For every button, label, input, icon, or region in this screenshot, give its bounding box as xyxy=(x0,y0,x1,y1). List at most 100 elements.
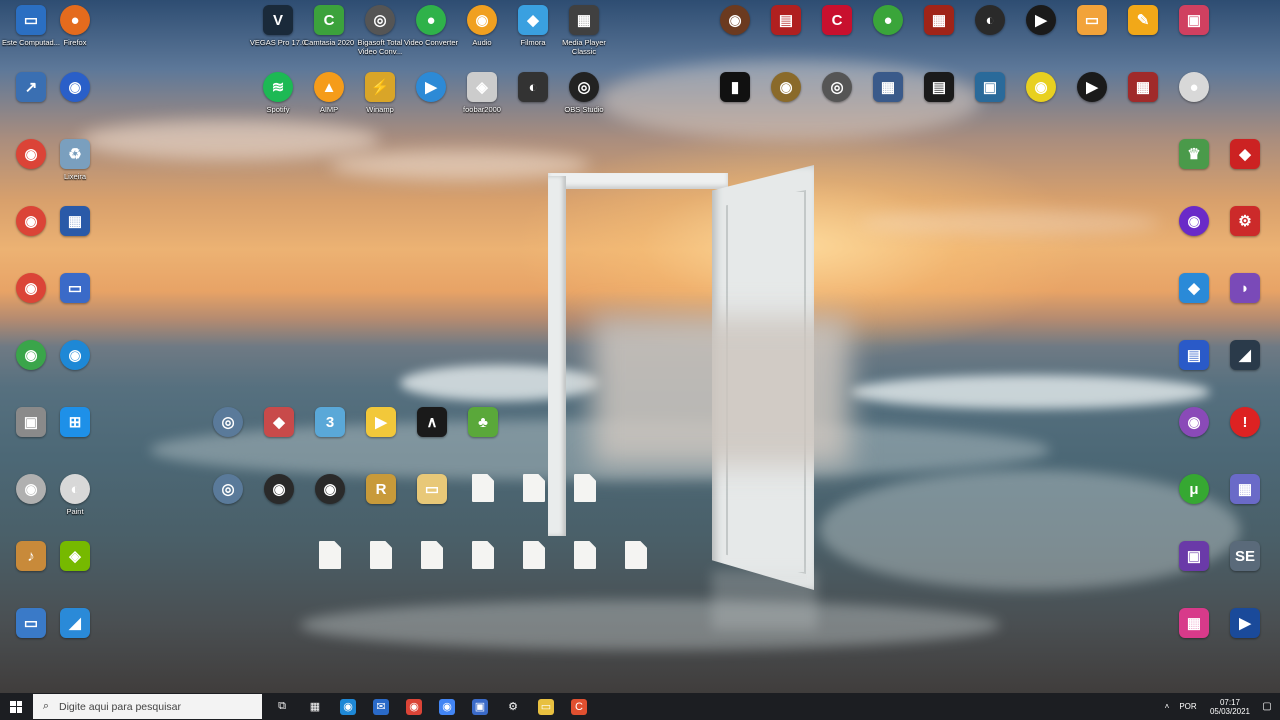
desktop-icon-r2-app-10[interactable]: ● xyxy=(1164,72,1224,134)
desktop: ▭ Este Computad... ● Firefox V VEGAS Pro 17.0… xyxy=(0,0,1280,693)
taskbar-app-explorer[interactable]: ▭ xyxy=(530,693,562,720)
desktop-icon-right-9b[interactable]: SE xyxy=(1215,541,1275,603)
desktop-icon-label: Paint xyxy=(66,507,84,516)
m-row2-2-icon: ◉ xyxy=(264,474,294,504)
media-player-classic-icon: ▦ xyxy=(569,5,599,35)
desktop-icon-app-l-5b[interactable]: ▭ xyxy=(45,273,105,335)
app-l-10a-icon: ▭ xyxy=(16,608,46,638)
desktop-icon-right-4b[interactable]: ⚙ xyxy=(1215,206,1275,268)
paint-icon: ◐ xyxy=(60,474,90,504)
m-row2-5-icon: ▭ xyxy=(417,474,447,504)
r-app-1-icon: ◉ xyxy=(720,5,750,35)
taskbar-app-task-view[interactable]: ⧉ xyxy=(266,693,298,720)
desktop-icon-app-l-2b[interactable]: ◉ xyxy=(45,72,105,134)
lixeira-icon: ♻ xyxy=(60,139,90,169)
desktop-icon-right-10b[interactable]: ▶ xyxy=(1215,608,1275,670)
taskbar-app-store[interactable]: ▣ xyxy=(464,693,496,720)
r2-app-7-icon: ◉ xyxy=(1026,72,1056,102)
m-row2-7-icon xyxy=(523,474,545,502)
right-8b-icon: ▦ xyxy=(1230,474,1260,504)
taskbar-app-chrome[interactable]: ◉ xyxy=(398,693,430,720)
chrome-2-icon: ◉ xyxy=(16,206,46,236)
r-app-10-icon: ▣ xyxy=(1179,5,1209,35)
clock-time: 07:17 xyxy=(1219,697,1241,707)
taskbar-app-widgets[interactable]: ▦ xyxy=(299,693,331,720)
right-6b-icon: ◢ xyxy=(1230,340,1260,370)
start-button[interactable] xyxy=(0,693,32,720)
desktop-icon-m-row1-6[interactable]: ♣ xyxy=(453,407,513,469)
taskbar-app-edge[interactable]: ◉ xyxy=(332,693,364,720)
desktop-icon-firefox[interactable]: ● Firefox xyxy=(45,5,105,67)
r2-app-10-icon: ● xyxy=(1179,72,1209,102)
desktop-icon-lixeira[interactable]: ♻ Lixeira xyxy=(45,139,105,201)
taskbar-app-settings[interactable]: ⚙ xyxy=(497,693,529,720)
chrome-icon: ◉ xyxy=(406,698,422,715)
r-app-3-icon: C xyxy=(822,5,852,35)
r2-app-3-icon: ◎ xyxy=(822,72,852,102)
right-5a-icon: ◆ xyxy=(1179,273,1209,303)
search-icon: ⌕ xyxy=(42,700,50,712)
m-row1-2-icon: ◆ xyxy=(264,407,294,437)
taskbar-app-chrome-2[interactable]: ◉ xyxy=(431,693,463,720)
desktop-icon-paint[interactable]: ◐ Paint xyxy=(45,474,105,536)
m-row3-2-icon xyxy=(370,541,392,569)
m-row3-1-icon xyxy=(319,541,341,569)
desktop-icon-nvidia[interactable]: ◈ xyxy=(45,541,105,603)
desktop-icon-right-6b[interactable]: ◢ xyxy=(1215,340,1275,402)
foobar-icon: ◈ xyxy=(467,72,497,102)
widgets-icon: ▦ xyxy=(307,698,323,715)
desktop-icon-r-app-10[interactable]: ▣ xyxy=(1164,5,1224,67)
desktop-icon-app-l-10b[interactable]: ◢ xyxy=(45,608,105,670)
desktop-icon-edge[interactable]: ◉ xyxy=(45,340,105,402)
m-row3-5-icon xyxy=(523,541,545,569)
app-m-2f-icon: ◐ xyxy=(518,72,548,102)
desktop-icon-obs-studio[interactable]: ◎ OBS Studio xyxy=(554,72,614,134)
explorer-icon: ▭ xyxy=(538,698,554,715)
utorrent-icon: μ xyxy=(1179,474,1209,504)
audio-app-icon: ◉ xyxy=(467,5,497,35)
m-row1-1-icon: ◎ xyxy=(213,407,243,437)
notifications-icon[interactable]: ▢ xyxy=(1258,701,1276,712)
clock[interactable]: 07:17 05/03/2021 xyxy=(1202,698,1258,716)
m-row3-7-icon xyxy=(625,541,647,569)
cloud xyxy=(860,210,1160,236)
r-app-2-icon: ▤ xyxy=(771,5,801,35)
r-app-7-icon: ▶ xyxy=(1026,5,1056,35)
desktop-icon-m-row2-8[interactable] xyxy=(555,474,615,536)
settings-icon: ⚙ xyxy=(505,698,521,715)
m-row3-6-icon xyxy=(574,541,596,569)
spotify-icon: ≋ xyxy=(263,72,293,102)
right-4a-icon: ◉ xyxy=(1179,206,1209,236)
system-tray: ˄ POR 07:17 05/03/2021 ▢ xyxy=(1160,693,1280,720)
taskbar-app-camtasia[interactable]: C xyxy=(563,693,595,720)
desktop-icon-app-l-4b[interactable]: ▦ xyxy=(45,206,105,268)
language-indicator[interactable]: POR xyxy=(1174,702,1202,711)
desktop-icon-right-5b[interactable]: ◗ xyxy=(1215,273,1275,335)
app-l-2b-icon: ◉ xyxy=(60,72,90,102)
app-l-8a-icon: ◉ xyxy=(16,474,46,504)
desktop-icon-media-player-classic[interactable]: ▦ Media Player Classic xyxy=(554,5,614,67)
m-row1-3-icon: 3 xyxy=(315,407,345,437)
taskbar-search[interactable]: ⌕ Digite aqui para pesquisar xyxy=(33,694,262,719)
desktop-icon-right-7b[interactable]: ! xyxy=(1215,407,1275,469)
desktop-icon-assistente[interactable]: ⊞ xyxy=(45,407,105,469)
search-placeholder: Digite aqui para pesquisar xyxy=(59,700,181,713)
winamp-icon: ⚡ xyxy=(365,72,395,102)
bigasoft-icon: ◎ xyxy=(365,5,395,35)
desktop-icon-right-3b[interactable]: ◆ xyxy=(1215,139,1275,201)
m-row3-4-icon xyxy=(472,541,494,569)
r2-app-1-icon: ▮ xyxy=(720,72,750,102)
right-9a-icon: ▣ xyxy=(1179,541,1209,571)
tray-chevron-icon[interactable]: ˄ xyxy=(1160,702,1174,711)
aimp-icon: ▲ xyxy=(314,72,344,102)
right-10a-icon: ▦ xyxy=(1179,608,1209,638)
media-app-icon: ▶ xyxy=(416,72,446,102)
desktop-icon-right-8b[interactable]: ▦ xyxy=(1215,474,1275,536)
taskbar-app-mail[interactable]: ✉ xyxy=(365,693,397,720)
right-3b-icon: ◆ xyxy=(1230,139,1260,169)
filmora-icon: ◆ xyxy=(518,5,548,35)
desktop-icon-m-row3-7[interactable] xyxy=(606,541,666,603)
right-9b-icon: SE xyxy=(1230,541,1260,571)
clock-date: 05/03/2021 xyxy=(1209,706,1251,716)
edge-icon: ◉ xyxy=(60,340,90,370)
